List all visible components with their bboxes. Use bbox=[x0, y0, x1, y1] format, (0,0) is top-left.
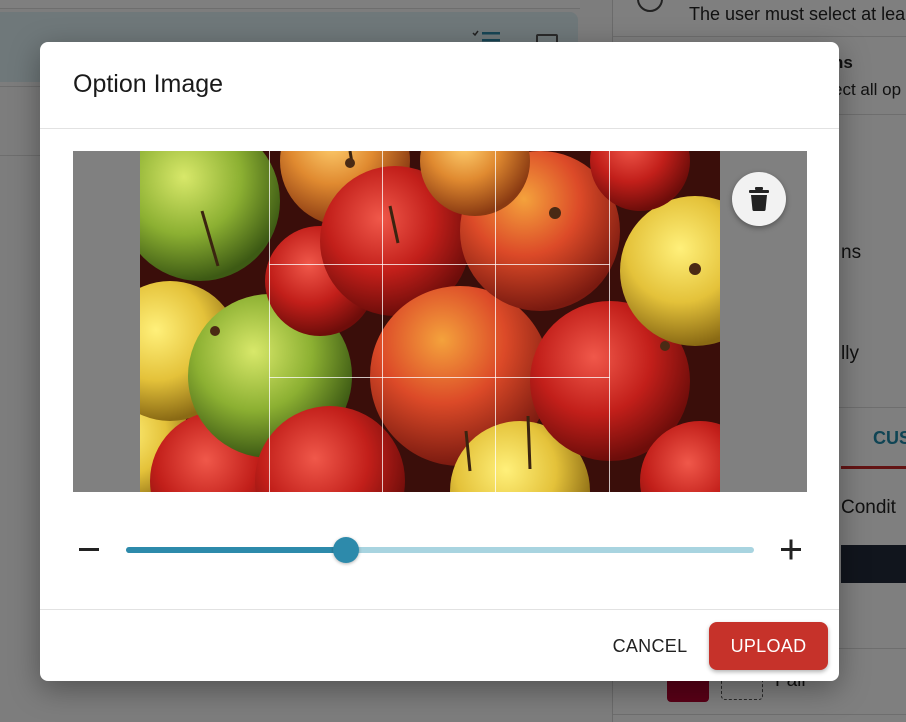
zoom-slider-fill bbox=[126, 547, 346, 553]
delete-image-button[interactable] bbox=[732, 172, 786, 226]
zoom-slider[interactable] bbox=[126, 537, 754, 563]
trash-icon bbox=[749, 187, 769, 211]
apples-photo[interactable] bbox=[140, 151, 720, 492]
plus-icon bbox=[781, 539, 801, 560]
zoom-out-button[interactable] bbox=[73, 530, 105, 570]
zoom-in-button[interactable] bbox=[775, 530, 807, 570]
upload-button[interactable]: UPLOAD bbox=[709, 622, 828, 670]
actions-divider bbox=[40, 609, 839, 610]
image-cropper[interactable] bbox=[73, 151, 807, 492]
cancel-button[interactable]: CANCEL bbox=[602, 624, 698, 668]
option-image-dialog: Option Image CANCEL UPLOAD bbox=[40, 42, 839, 681]
minus-icon bbox=[79, 548, 99, 551]
dialog-title: Option Image bbox=[73, 70, 224, 98]
title-divider bbox=[40, 128, 839, 129]
crop-grid[interactable] bbox=[269, 151, 610, 492]
zoom-control bbox=[73, 530, 807, 570]
zoom-slider-thumb[interactable] bbox=[332, 537, 359, 563]
